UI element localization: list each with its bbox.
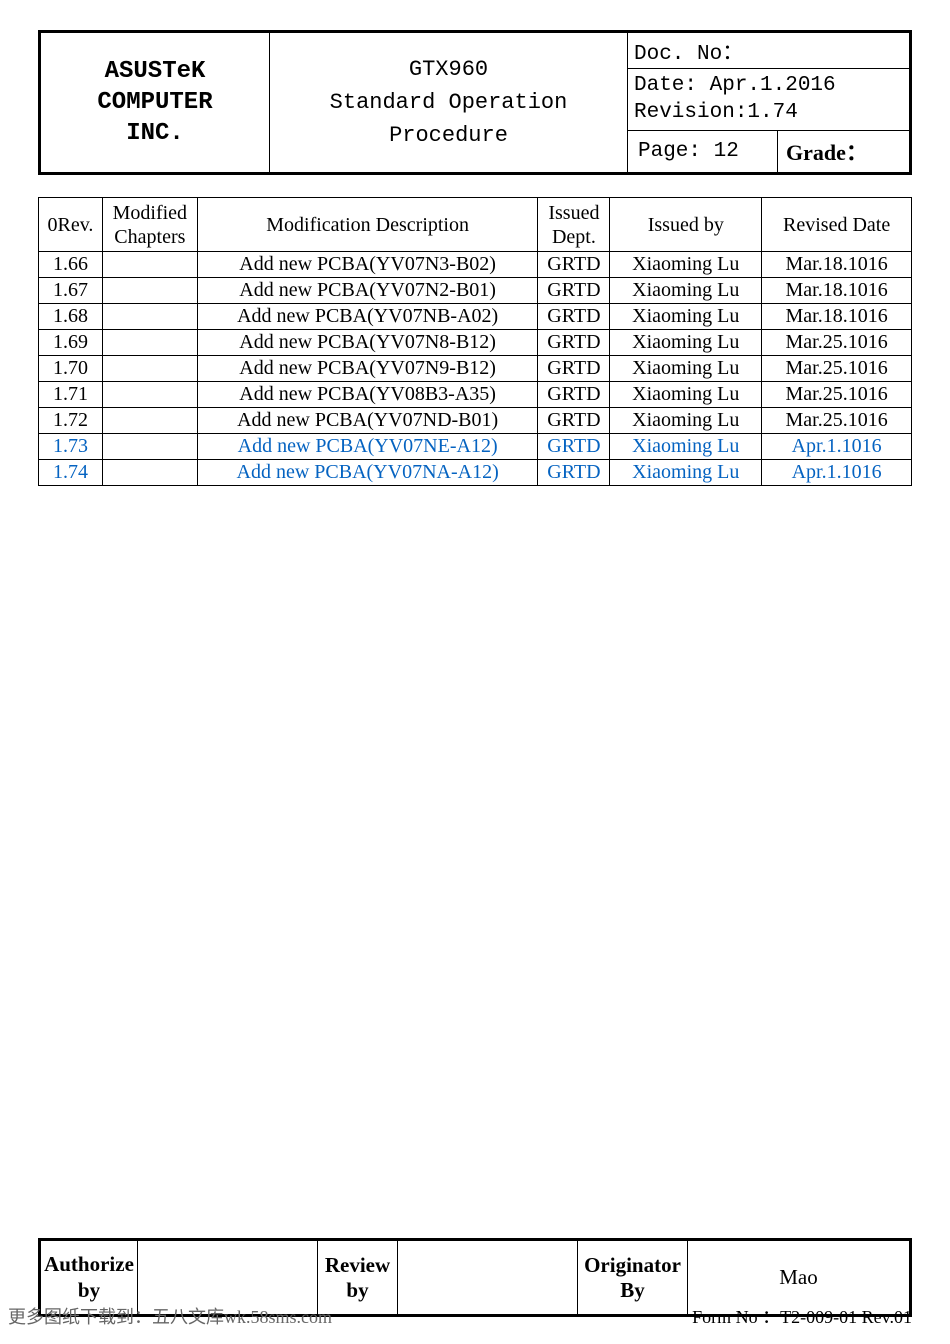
cell-dept[interactable]: GRTD: [538, 460, 610, 486]
cell-rev: 1.70: [39, 356, 103, 382]
header-description: Modification Description: [197, 198, 538, 252]
cell-issued-by: Xiaoming Lu: [610, 304, 762, 330]
cell-modified: [102, 408, 197, 434]
cell-dept: GRTD: [538, 304, 610, 330]
cell-issued-by: Xiaoming Lu: [610, 382, 762, 408]
revision-label: Revision:1.74: [634, 101, 798, 124]
cell-modified: [102, 382, 197, 408]
cell-revised-date[interactable]: Apr.1.1016: [762, 434, 912, 460]
cell-dept: GRTD: [538, 382, 610, 408]
title-line2: Standard Operation Procedure: [330, 90, 568, 148]
cell-description: Add new PCBA(YV07N3-B02): [197, 252, 538, 278]
cell-revised-date: Mar.25.1016: [762, 408, 912, 434]
table-row: 1.66 Add new PCBA(YV07N3-B02)GRTDXiaoming…: [39, 252, 912, 278]
revision-table: 0Rev. Modified Chapters Modification Des…: [38, 197, 912, 486]
date-revision: Date: Apr.1.2016 Revision:1.74: [628, 69, 911, 131]
footer-right-text: Form No ：T2-009-01 Rev.01: [692, 1303, 912, 1329]
cell-issued-by: Xiaoming Lu: [610, 278, 762, 304]
doc-no: Doc. No：: [628, 32, 911, 69]
date-label: Date: Apr.1.2016: [634, 74, 836, 97]
cell-description: Add new PCBA(YV08B3-A35): [197, 382, 538, 408]
footer-left-text: 更多图纸下载到：五八文库wk.58sms.com: [8, 1303, 332, 1329]
cell-dept: GRTD: [538, 278, 610, 304]
cell-modified: [102, 278, 197, 304]
cell-rev[interactable]: 1.73: [39, 434, 103, 460]
title-cell: GTX960 Standard Operation Procedure: [270, 32, 628, 174]
cell-issued-by[interactable]: Xiaoming Lu: [610, 434, 762, 460]
header-dept: Issued Dept.: [538, 198, 610, 252]
table-row: 1.67 Add new PCBA(YV07N2-B01)GRTDXiaoming…: [39, 278, 912, 304]
company-line1: ASUSTeK COMPUTER: [97, 58, 212, 116]
cell-rev: 1.71: [39, 382, 103, 408]
revision-header-row: 0Rev. Modified Chapters Modification Des…: [39, 198, 912, 252]
cell-description: Add new PCBA(YV07N2-B01): [197, 278, 538, 304]
cell-dept: GRTD: [538, 408, 610, 434]
table-row: 1.70 Add new PCBA(YV07N9-B12)GRTDXiaoming…: [39, 356, 912, 382]
cell-description: Add new PCBA(YV07N8-B12): [197, 330, 538, 356]
cell-rev[interactable]: 1.74: [39, 460, 103, 486]
cell-issued-by: Xiaoming Lu: [610, 356, 762, 382]
table-row: 1.69 Add new PCBA(YV07N8-B12)GRTDXiaoming…: [39, 330, 912, 356]
review-value: [398, 1240, 578, 1316]
cell-revised-date: Mar.18.1016: [762, 252, 912, 278]
title-line1: GTX960: [409, 57, 488, 82]
cell-description: Add new PCBA(YV07ND-B01): [197, 408, 538, 434]
cell-modified: [102, 356, 197, 382]
cell-issued-by: Xiaoming Lu: [610, 330, 762, 356]
cell-rev: 1.69: [39, 330, 103, 356]
cell-dept: GRTD: [538, 252, 610, 278]
grade-label: Grade：: [778, 130, 911, 173]
cell-dept[interactable]: GRTD: [538, 434, 610, 460]
header-rev: 0Rev.: [39, 198, 103, 252]
cell-description[interactable]: Add new PCBA(YV07NE-A12): [197, 434, 538, 460]
cell-rev: 1.67: [39, 278, 103, 304]
cell-dept: GRTD: [538, 356, 610, 382]
header-table: ASUSTeK COMPUTER INC. GTX960 Standard Op…: [38, 30, 912, 175]
originator-label: Originator By: [578, 1240, 688, 1316]
cell-revised-date: Mar.25.1016: [762, 382, 912, 408]
company-cell: ASUSTeK COMPUTER INC.: [40, 32, 270, 174]
table-row: 1.72 Add new PCBA(YV07ND-B01)GRTDXiaoming…: [39, 408, 912, 434]
table-row: 1.71 Add new PCBA(YV08B3-A35)GRTDXiaoming…: [39, 382, 912, 408]
cell-rev: 1.66: [39, 252, 103, 278]
cell-description: Add new PCBA(YV07N9-B12): [197, 356, 538, 382]
table-row: 1.74 Add new PCBA(YV07NA-A12)GRTDXiaoming…: [39, 460, 912, 486]
cell-revised-date: Mar.18.1016: [762, 304, 912, 330]
cell-modified: [102, 252, 197, 278]
cell-rev: 1.72: [39, 408, 103, 434]
cell-modified[interactable]: [102, 434, 197, 460]
cell-revised-date: Mar.25.1016: [762, 356, 912, 382]
cell-modified: [102, 304, 197, 330]
cell-issued-by: Xiaoming Lu: [610, 408, 762, 434]
cell-rev: 1.68: [39, 304, 103, 330]
table-row: 1.73 Add new PCBA(YV07NE-A12)GRTDXiaoming…: [39, 434, 912, 460]
header-revised-date: Revised Date: [762, 198, 912, 252]
cell-issued-by: Xiaoming Lu: [610, 252, 762, 278]
cell-revised-date[interactable]: Apr.1.1016: [762, 460, 912, 486]
header-issued-by: Issued by: [610, 198, 762, 252]
cell-modified: [102, 330, 197, 356]
cell-issued-by[interactable]: Xiaoming Lu: [610, 460, 762, 486]
company-line2: INC.: [126, 120, 184, 147]
cell-description: Add new PCBA(YV07NB-A02): [197, 304, 538, 330]
cell-dept: GRTD: [538, 330, 610, 356]
cell-description[interactable]: Add new PCBA(YV07NA-A12): [197, 460, 538, 486]
cell-revised-date: Mar.25.1016: [762, 330, 912, 356]
cell-revised-date: Mar.18.1016: [762, 278, 912, 304]
page-number: Page: 12: [628, 130, 778, 173]
header-modified: Modified Chapters: [102, 198, 197, 252]
cell-modified[interactable]: [102, 460, 197, 486]
table-row: 1.68 Add new PCBA(YV07NB-A02)GRTDXiaoming…: [39, 304, 912, 330]
